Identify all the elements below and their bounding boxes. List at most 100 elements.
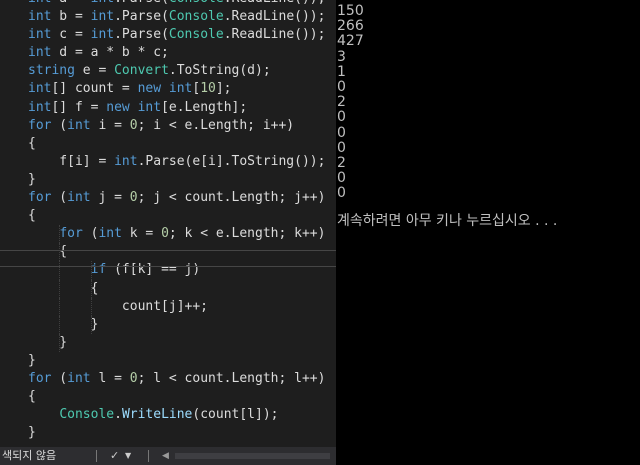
code-token: int xyxy=(28,9,52,25)
code-line[interactable]: { xyxy=(0,279,336,298)
code-token: int xyxy=(67,370,91,386)
code-token: int xyxy=(90,9,115,25)
console-output-line: 2 xyxy=(337,94,346,111)
indent-guide xyxy=(90,315,93,334)
code-token: int xyxy=(28,27,52,43)
code-token: [] count = xyxy=(51,81,138,97)
code-line[interactable]: int[] f = new int[e.Length]; xyxy=(0,99,336,117)
code-token: { xyxy=(28,135,36,151)
code-line[interactable]: int a = int.Parse(Console.ReadLine()); xyxy=(0,0,336,8)
code-token: a = xyxy=(51,0,90,6)
indent-guide xyxy=(90,297,93,316)
code-token: { xyxy=(28,208,36,224)
code-token: int xyxy=(28,81,52,97)
code-line[interactable]: count[j]++; xyxy=(0,297,336,316)
code-token: ( xyxy=(51,190,68,206)
horizontal-scrollbar[interactable] xyxy=(175,453,330,459)
console-output-line: 0 xyxy=(337,78,346,95)
code-editor[interactable]: int a = int.Parse(Console.ReadLine());in… xyxy=(0,0,336,465)
code-line[interactable]: string e = Convert.ToString(d); xyxy=(0,62,336,80)
code-token: new xyxy=(137,81,162,97)
code-token: for xyxy=(28,370,52,386)
code-token: .ReadLine()); xyxy=(223,9,326,25)
code-token: WriteLine xyxy=(121,407,193,423)
console-output-line: 0 xyxy=(337,124,346,141)
code-token: ; j < count.Length; j++) xyxy=(137,190,326,206)
code-token: } xyxy=(28,171,36,187)
code-token: (count[l]); xyxy=(192,407,279,423)
issues-status-text[interactable]: 색되지 않음 xyxy=(2,447,56,465)
code-token: 0 xyxy=(129,370,138,386)
code-token: l = xyxy=(90,370,130,386)
code-token: b = xyxy=(51,9,91,25)
code-token: .Parse( xyxy=(114,0,169,6)
code-token: } xyxy=(28,352,36,368)
code-token: c = xyxy=(51,27,91,43)
console-window: 150 266 427 3 1 0 2 0 0 0 2 0 0 계속하려면 아무 키나 누르십시오 . … xyxy=(336,0,640,465)
code-line[interactable]: f[i] = int.Parse(e[i].ToString()); xyxy=(0,153,336,171)
code-token: int xyxy=(98,226,122,242)
code-token: { xyxy=(28,280,99,296)
code-token: .ReadLine()); xyxy=(223,27,326,43)
indent-guide xyxy=(59,315,61,334)
code-token: int xyxy=(28,99,52,115)
code-token: int xyxy=(90,27,115,43)
code-token: new xyxy=(106,99,130,115)
code-token: int xyxy=(91,0,114,6)
code-token: ( xyxy=(51,370,68,386)
code-token: } xyxy=(28,334,68,350)
console-output-line: 1 xyxy=(337,63,346,80)
code-line[interactable]: } xyxy=(0,333,336,352)
code-token: int xyxy=(137,99,162,115)
chevron-down-icon[interactable]: ▼ xyxy=(125,447,131,465)
code-line[interactable]: } xyxy=(0,352,336,370)
code-line[interactable]: { xyxy=(0,207,336,225)
code-line[interactable]: int d = a * b * c; xyxy=(0,44,336,62)
code-area[interactable]: int a = int.Parse(Console.ReadLine());in… xyxy=(0,0,336,442)
code-token: Convert xyxy=(114,63,169,79)
code-token: .Parse( xyxy=(114,27,169,43)
code-line[interactable]: Console.WriteLine(count[l]); xyxy=(0,406,336,424)
console-output-line: 2 xyxy=(337,154,346,171)
code-token: . xyxy=(114,407,122,423)
code-token: ; k < e.Length; k++) xyxy=(168,226,326,242)
console-output-line: 0 xyxy=(337,170,346,187)
scroll-left-icon[interactable]: ◀ xyxy=(162,447,169,465)
code-line[interactable]: } xyxy=(0,424,336,442)
brush-icon[interactable]: ✓ xyxy=(110,447,119,465)
code-token: int xyxy=(168,81,193,97)
code-token: int xyxy=(28,45,52,61)
code-token: ]; xyxy=(215,81,232,97)
console-output-line: 427 xyxy=(337,33,364,50)
code-token: Console xyxy=(168,9,224,25)
code-line[interactable]: int b = int.Parse(Console.ReadLine()); xyxy=(0,8,336,26)
indent-guide xyxy=(59,279,61,298)
code-line[interactable]: } xyxy=(0,171,336,189)
code-token: i = xyxy=(90,117,130,133)
code-line[interactable]: } xyxy=(0,315,336,334)
code-token: .ToString(d); xyxy=(168,63,271,79)
code-line[interactable]: for (int l = 0; l < count.Length; l++) xyxy=(0,370,336,388)
code-line[interactable]: { xyxy=(0,135,336,153)
code-line[interactable]: for (int i = 0; i < e.Length; i++) xyxy=(0,117,336,135)
code-token: for xyxy=(59,226,83,242)
console-output-line: 150 xyxy=(337,3,364,19)
code-line[interactable]: for (int k = 0; k < e.Length; k++) xyxy=(0,225,336,244)
code-token: k = xyxy=(121,226,162,242)
code-token: Console xyxy=(59,407,115,423)
code-line[interactable]: int c = int.Parse(Console.ReadLine()); xyxy=(0,26,336,44)
code-token: ( xyxy=(51,117,68,133)
code-token: } xyxy=(28,425,36,441)
console-output: 150 266 427 3 1 0 2 0 0 0 2 0 0 xyxy=(337,3,364,201)
code-token: j = xyxy=(90,190,130,206)
console-output-line: 266 xyxy=(337,18,364,35)
console-output-line: 0 xyxy=(337,109,346,126)
code-token: int xyxy=(114,153,138,169)
code-line[interactable]: { xyxy=(0,388,336,406)
code-line[interactable]: for (int j = 0; j < count.Length; j++) xyxy=(0,189,336,207)
code-token: { xyxy=(28,389,36,405)
code-line[interactable]: int[] count = new int[10]; xyxy=(0,80,336,98)
